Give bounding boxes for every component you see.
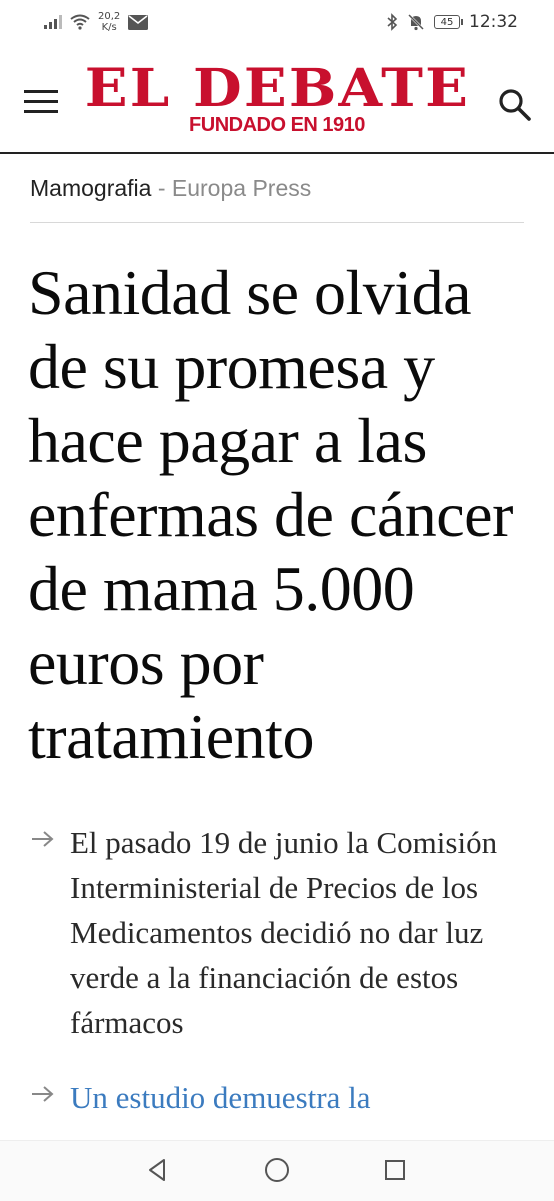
- network-speed-value: 20,2: [98, 11, 121, 22]
- summary-text: El pasado 19 de junio la Comisión Interm…: [70, 825, 498, 1040]
- status-right: 45 12:32: [386, 8, 518, 36]
- arrow-right-icon: [32, 831, 54, 847]
- nav-home-button[interactable]: [262, 1155, 292, 1185]
- mail-icon: [128, 14, 149, 30]
- image-caption: Mamografia - Europa Press: [30, 170, 524, 223]
- related-article-link[interactable]: Un estudio demuestra la: [70, 1080, 370, 1115]
- bluetooth-icon: [387, 13, 398, 31]
- signal-icon: [44, 15, 62, 29]
- hamburger-menu-icon: [24, 90, 58, 93]
- arrow-right-icon: [32, 1086, 54, 1102]
- home-circle-icon: [265, 1158, 289, 1182]
- status-left: 20,2 K/s: [44, 8, 149, 36]
- nav-back-button[interactable]: [143, 1155, 173, 1185]
- caption-credit: Europa Press: [171, 175, 312, 201]
- search-icon: [499, 89, 531, 121]
- article-headline: Sanidad se olvida de su promesa y hace p…: [28, 257, 513, 772]
- network-speed: 20,2 K/s: [98, 11, 120, 33]
- hamburger-menu-icon-line: [24, 100, 58, 103]
- wifi-icon: [70, 14, 90, 30]
- caption-title: Mamografia: [30, 175, 152, 201]
- article-summary-list: El pasado 19 de junio la Comisión Interm…: [30, 820, 540, 1150]
- related-link-item[interactable]: Un estudio demuestra la: [30, 1075, 540, 1120]
- caption-separator: -: [151, 175, 172, 201]
- hamburger-menu-icon-line: [24, 110, 58, 113]
- search-button[interactable]: [498, 88, 532, 122]
- site-header: EL DEBATE FUNDADO EN 1910: [0, 44, 554, 154]
- menu-button[interactable]: [24, 90, 58, 114]
- mute-bell-icon: [408, 14, 424, 31]
- status-bar: 20,2 K/s 45 12:32: [0, 0, 554, 44]
- network-speed-unit: K/s: [101, 22, 117, 33]
- clock: 12:32: [469, 12, 518, 32]
- nav-recents-button[interactable]: [380, 1155, 410, 1185]
- logo-title: EL DEBATE: [84, 58, 470, 119]
- back-triangle-icon: [149, 1159, 165, 1181]
- site-logo[interactable]: EL DEBATE FUNDADO EN 1910: [74, 58, 480, 137]
- summary-item: El pasado 19 de junio la Comisión Interm…: [30, 820, 540, 1045]
- battery-icon: 45: [434, 15, 463, 29]
- recents-square-icon: [385, 1160, 405, 1180]
- system-nav-bar: [0, 1140, 554, 1201]
